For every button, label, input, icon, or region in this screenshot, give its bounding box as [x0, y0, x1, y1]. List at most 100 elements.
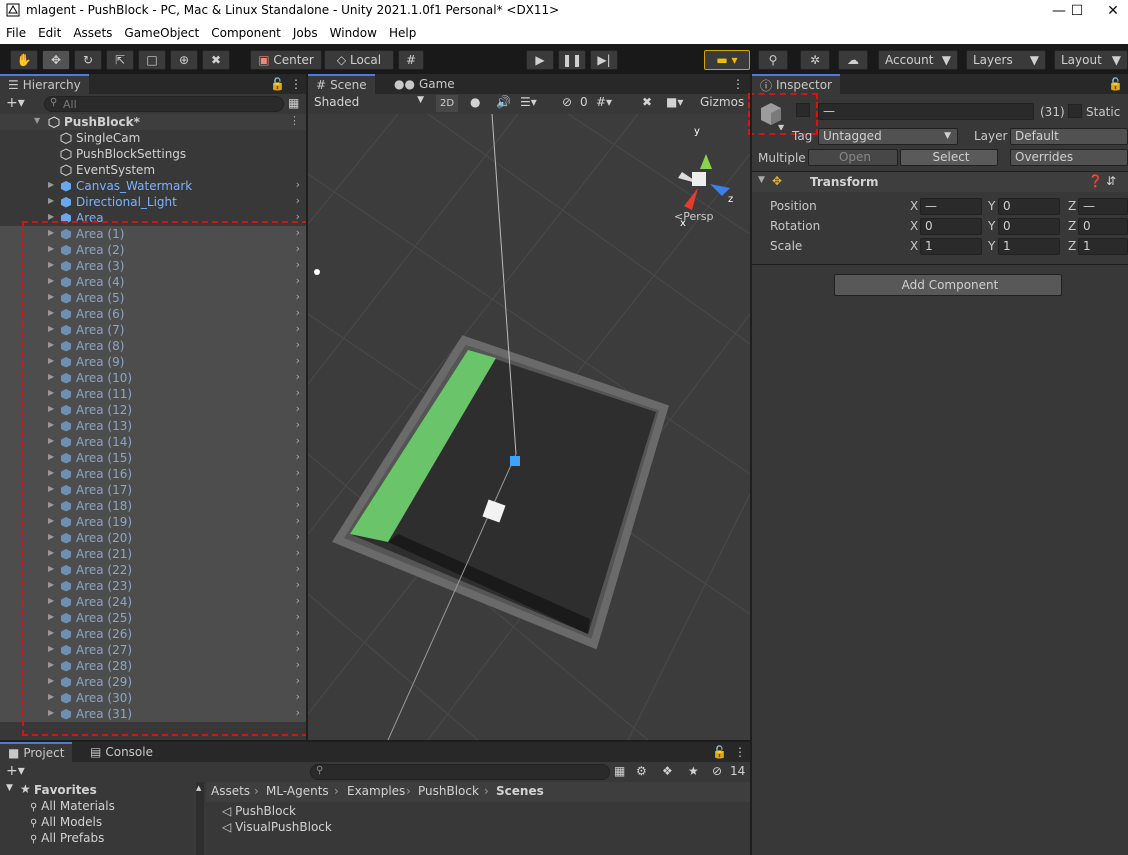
- menu-file[interactable]: File: [0, 26, 32, 40]
- menu-gameobject[interactable]: GameObject: [118, 26, 205, 40]
- chevron-right-icon[interactable]: ›: [296, 194, 300, 207]
- transform-x-field[interactable]: —: [920, 198, 982, 215]
- tab-console[interactable]: ▤ Console: [82, 742, 161, 762]
- axis-y-label[interactable]: Y: [988, 239, 995, 253]
- favorite-star-icon[interactable]: ★: [688, 764, 699, 778]
- lock-icon[interactable]: 🔓: [712, 745, 727, 759]
- tab-hierarchy[interactable]: ☰ Hierarchy: [0, 74, 89, 94]
- hierarchy-item[interactable]: ▶ Directional_Light ›: [0, 194, 306, 210]
- grid-snap-icon[interactable]: #▾: [596, 95, 612, 109]
- grid-snap-icon[interactable]: #: [398, 50, 424, 70]
- help-icon[interactable]: ❓: [1088, 174, 1103, 188]
- scene-viewport[interactable]: y x z <Persp: [308, 114, 750, 740]
- add-object-button[interactable]: +▾: [6, 95, 25, 111]
- overrides-dropdown[interactable]: Overrides: [1010, 149, 1128, 166]
- hierarchy-item[interactable]: SingleCam: [0, 130, 306, 146]
- transform-y-field[interactable]: 1: [998, 238, 1060, 255]
- rotate-tool-icon[interactable]: ↻: [74, 50, 102, 70]
- favorite-item[interactable]: ⚲ All Prefabs: [30, 831, 104, 845]
- scene-root-row[interactable]: ▼ PushBlock* ⋮: [0, 114, 306, 130]
- transform-y-field[interactable]: 0: [998, 218, 1060, 235]
- play-button[interactable]: ▶: [526, 50, 554, 70]
- shading-mode-dropdown[interactable]: Shaded ▼: [310, 95, 428, 112]
- layer-dropdown[interactable]: Default: [1010, 128, 1128, 145]
- more-options-icon[interactable]: ⋮: [734, 745, 746, 759]
- services-icon[interactable]: ✲: [800, 50, 830, 70]
- favorite-item[interactable]: ⚲ All Materials: [30, 799, 115, 813]
- breadcrumb-current[interactable]: Scenes: [496, 784, 544, 798]
- hidden-objects-icon[interactable]: ⊘: [562, 95, 572, 109]
- more-options-icon[interactable]: ⋮: [289, 114, 300, 127]
- hierarchy-search-input[interactable]: ⚲ All: [44, 96, 284, 112]
- collapse-triangle-icon[interactable]: ▼: [758, 175, 765, 185]
- 2d-toggle[interactable]: 2D: [436, 95, 458, 112]
- add-component-button[interactable]: Add Component: [834, 274, 1062, 296]
- layers-dropdown[interactable]: Layers ▼: [966, 50, 1046, 70]
- menu-assets[interactable]: Assets: [67, 26, 118, 40]
- hierarchy-item[interactable]: ▶ Canvas_Watermark ›: [0, 178, 306, 194]
- move-tool-icon[interactable]: ✥: [42, 50, 70, 70]
- axis-z-label[interactable]: Z: [1068, 239, 1076, 253]
- chevron-right-icon[interactable]: ›: [296, 178, 300, 191]
- expand-triangle-icon[interactable]: ▶: [48, 212, 54, 221]
- lock-icon[interactable]: 🔓: [1108, 77, 1123, 91]
- transform-header[interactable]: ▼ ✥ Transform ❓ ⇵: [752, 172, 1128, 192]
- camera-icon[interactable]: ■▾: [666, 95, 683, 109]
- filter-icon[interactable]: ⚙: [636, 764, 647, 778]
- collab-button[interactable]: ▬ ▾: [704, 50, 750, 70]
- static-checkbox[interactable]: [1068, 104, 1082, 118]
- transform-tool-icon[interactable]: ⊕: [170, 50, 198, 70]
- axis-z-label[interactable]: Z: [1068, 199, 1076, 213]
- tag-dropdown[interactable]: Untagged ▼: [818, 128, 958, 145]
- axis-z-label[interactable]: Z: [1068, 219, 1076, 233]
- search-icon[interactable]: ⚲: [758, 50, 788, 70]
- favorites-label[interactable]: Favorites: [34, 783, 97, 797]
- create-asset-button[interactable]: +▾: [6, 763, 25, 779]
- search-mode-icon[interactable]: ▦: [288, 96, 299, 110]
- transform-y-field[interactable]: 0: [998, 198, 1060, 215]
- transform-z-field[interactable]: 1: [1078, 238, 1128, 255]
- breadcrumb-item[interactable]: Examples: [347, 784, 405, 798]
- tab-inspector[interactable]: ⓘ Inspector: [752, 74, 840, 94]
- more-options-icon[interactable]: ⋮: [732, 77, 744, 91]
- light-gizmo-icon[interactable]: [314, 269, 320, 275]
- menu-component[interactable]: Component: [205, 26, 287, 40]
- breadcrumb-item[interactable]: PushBlock: [418, 784, 479, 798]
- axis-x-label[interactable]: X: [910, 239, 918, 253]
- name-field[interactable]: —: [818, 103, 1034, 120]
- axis-y-label[interactable]: Y: [988, 219, 995, 233]
- expand-triangle-icon[interactable]: ▼: [34, 116, 40, 125]
- hierarchy-item[interactable]: EventSystem: [0, 162, 306, 178]
- hierarchy-item[interactable]: PushBlockSettings: [0, 146, 306, 162]
- transform-z-field[interactable]: —: [1078, 198, 1128, 215]
- axis-x-label[interactable]: X: [910, 219, 918, 233]
- lock-icon[interactable]: 🔓: [270, 77, 285, 91]
- breadcrumb-item[interactable]: ML-Agents: [266, 784, 329, 798]
- persp-label[interactable]: <Persp: [674, 210, 713, 223]
- axis-y-label[interactable]: Y: [988, 199, 995, 213]
- open-button[interactable]: Open: [808, 149, 898, 166]
- effects-toggle-icon[interactable]: ☰▾: [520, 95, 537, 109]
- settings-icon[interactable]: ⇵: [1106, 174, 1116, 188]
- transform-z-field[interactable]: 0: [1078, 218, 1128, 235]
- gizmos-button[interactable]: Gizmos: [700, 95, 744, 109]
- pivot-local-button[interactable]: ◇ Local: [324, 50, 394, 70]
- transform-x-field[interactable]: 0: [920, 218, 982, 235]
- hidden-packages-icon[interactable]: ⊘: [712, 764, 722, 778]
- audio-toggle-icon[interactable]: 🔊: [496, 95, 511, 109]
- tab-game[interactable]: ●● Game: [386, 74, 463, 94]
- menu-window[interactable]: Window: [324, 26, 383, 40]
- menu-jobs[interactable]: Jobs: [287, 26, 324, 40]
- custom-tool-icon[interactable]: ✖: [202, 50, 230, 70]
- list-item[interactable]: ◁ PushBlock: [222, 804, 296, 818]
- list-item[interactable]: ◁ VisualPushBlock: [222, 820, 332, 834]
- expand-triangle-icon[interactable]: ▶: [48, 180, 54, 189]
- transform-x-field[interactable]: 1: [920, 238, 982, 255]
- account-dropdown[interactable]: Account ▼: [878, 50, 958, 70]
- close-button[interactable]: ✕: [1098, 0, 1128, 22]
- menu-edit[interactable]: Edit: [32, 26, 67, 40]
- label-icon[interactable]: ❖: [662, 764, 673, 778]
- tools-icon[interactable]: ✖: [642, 95, 652, 109]
- breadcrumb-item[interactable]: Assets: [211, 784, 250, 798]
- collapse-triangle-icon[interactable]: ▼: [6, 783, 13, 793]
